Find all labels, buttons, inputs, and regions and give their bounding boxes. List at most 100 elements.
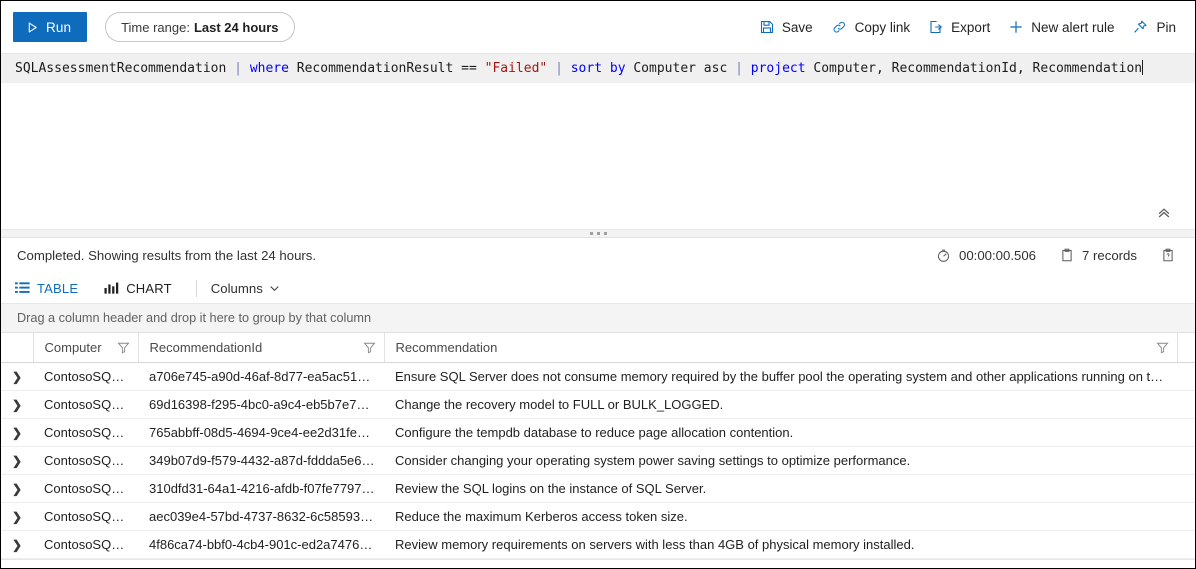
chevron-right-icon: ❯: [11, 537, 23, 552]
cell-recommendationid: 4f86ca74-bbf0-4cb4-901c-ed2a7476602b: [138, 530, 384, 559]
row-scrollbar-spacer: [1177, 446, 1195, 475]
query-token-str: "Failed": [484, 61, 548, 76]
copy-link-button-label: Copy link: [854, 19, 911, 35]
pin-button[interactable]: Pin: [1123, 11, 1185, 43]
collapse-editor-button[interactable]: [1149, 200, 1179, 226]
table-grid-icon: [15, 281, 30, 295]
chevron-right-icon: ❯: [11, 425, 23, 440]
table-row[interactable]: ❯ ContosoSQLSrv1 a706e745-a90d-46af-8d77-e…: [1, 362, 1195, 391]
row-scrollbar-spacer: [1177, 390, 1195, 419]
cell-computer: ContosoSQLSrv1: [33, 530, 138, 559]
column-header-recommendationid[interactable]: RecommendationId: [138, 333, 385, 363]
query-token-pipe: |: [555, 61, 563, 76]
table-row[interactable]: ❯ ContosoSQLSrv1 4f86ca74-bbf0-4cb4-901c-e…: [1, 530, 1195, 559]
row-expand-toggle[interactable]: ❯: [1, 418, 33, 447]
row-expand-toggle[interactable]: ❯: [1, 390, 33, 419]
pin-icon: [1132, 19, 1149, 35]
row-scrollbar-spacer: [1177, 418, 1195, 447]
tab-table[interactable]: TABLE: [15, 281, 92, 296]
export-button[interactable]: Export: [919, 11, 999, 43]
row-expand-toggle[interactable]: ❯: [1, 530, 33, 559]
new-alert-rule-button[interactable]: New alert rule: [999, 11, 1123, 43]
copy-link-button[interactable]: Copy link: [822, 11, 920, 43]
record-count: 7 records: [1048, 248, 1149, 263]
cell-computer: ContosoSQLSrv1: [33, 390, 138, 419]
cell-recommendation: Reduce the maximum Kerberos access token…: [384, 502, 1177, 531]
chevron-right-icon: ❯: [11, 397, 23, 412]
time-range-value: Last 24 hours: [193, 19, 279, 35]
columns-dropdown-label: Columns: [210, 280, 263, 296]
column-header-recommendation[interactable]: Recommendation: [384, 333, 1178, 363]
query-token-pipe: |: [234, 61, 242, 76]
link-chain-icon: [831, 19, 848, 35]
table-row[interactable]: ❯ ContosoSQLSrv1 310dfd31-64a1-4216-afdb-f…: [1, 474, 1195, 503]
group-by-hint: Drag a column header and drop it here to…: [17, 311, 372, 325]
export-button-label: Export: [951, 19, 991, 35]
results-status-bar: Completed. Showing results from the last…: [1, 238, 1195, 273]
cell-computer: ContosoSQLSrv1: [33, 502, 138, 531]
tab-chart[interactable]: CHART: [104, 281, 186, 296]
results-splitter[interactable]: [1, 229, 1195, 238]
row-expand-toggle[interactable]: ❯: [1, 474, 33, 503]
group-by-dropzone[interactable]: Drag a column header and drop it here to…: [1, 303, 1195, 333]
query-token-plain: SQLAssessmentRecommendation: [15, 61, 227, 76]
grid-footer: [1, 558, 1195, 568]
time-range-label: Time range:: [121, 19, 190, 35]
row-expand-toggle[interactable]: ❯: [1, 502, 33, 531]
play-triangle-icon: [26, 21, 39, 34]
cell-recommendationid: a706e745-a90d-46af-8d77-ea5ac51a233c: [138, 362, 384, 391]
results-info-button[interactable]: [1149, 248, 1181, 263]
cell-recommendation: Consider changing your operating system …: [384, 446, 1177, 475]
table-row[interactable]: ❯ ContosoSQLSrv1 349b07d9-f579-4432-a87d-f…: [1, 446, 1195, 475]
table-row[interactable]: ❯ ContosoSQLSrv1 aec039e4-57bd-4737-8632-6…: [1, 502, 1195, 531]
table-row[interactable]: ❯ ContosoSQLSrv1 69d16398-f295-4bc0-a9c4-e…: [1, 390, 1195, 419]
table-row[interactable]: ❯ ContosoSQLSrv1 765abbff-08d5-4694-9ce4-e…: [1, 418, 1195, 447]
table-header-row: Computer RecommendationId Recommendation: [1, 333, 1195, 363]
cell-computer: ContosoSQLSrv1: [33, 474, 138, 503]
tab-table-label: TABLE: [37, 280, 79, 296]
cell-recommendation: Review the SQL logins on the instance of…: [384, 474, 1177, 503]
tabs-divider: [195, 279, 197, 297]
results-grid: Computer RecommendationId Recommendation…: [1, 333, 1195, 568]
row-expand-toggle[interactable]: ❯: [1, 362, 33, 391]
text-caret: [1142, 60, 1144, 75]
chevron-down-icon: [269, 283, 280, 294]
chevron-right-icon: ❯: [11, 369, 23, 384]
cell-recommendationid: 349b07d9-f579-4432-a87d-fddda5e63c...: [138, 446, 384, 475]
cell-recommendationid: aec039e4-57bd-4737-8632-6c58593d4...: [138, 502, 384, 531]
column-header-computer[interactable]: Computer: [33, 333, 139, 363]
status-message: Completed. Showing results from the last…: [17, 248, 317, 263]
time-range-picker[interactable]: Time range: Last 24 hours: [105, 12, 295, 42]
cell-recommendationid: 310dfd31-64a1-4216-afdb-f07fe77972ca: [138, 474, 384, 503]
query-duration: 00:00:00.506: [924, 248, 1048, 263]
query-token-plain: [242, 61, 250, 76]
scrollbar-header-spacer: [1177, 333, 1195, 363]
query-text-line[interactable]: SQLAssessmentRecommendation | where Reco…: [1, 54, 1195, 83]
cell-recommendationid: 69d16398-f295-4bc0-a9c4-eb5b7e7096...: [138, 390, 384, 419]
query-token-plain: Computer asc: [625, 61, 736, 76]
chevron-right-icon: ❯: [11, 509, 23, 524]
query-token-plain: [602, 61, 610, 76]
filter-funnel-icon[interactable]: [1155, 341, 1169, 354]
cell-recommendation: Ensure SQL Server does not consume memor…: [384, 362, 1177, 391]
query-token-plain: Computer, RecommendationId, Recommendati…: [805, 61, 1143, 76]
query-token-plain: [743, 61, 751, 76]
save-floppy-icon: [759, 19, 775, 35]
columns-dropdown[interactable]: Columns: [211, 281, 280, 296]
row-expand-toggle[interactable]: ❯: [1, 446, 33, 475]
filter-funnel-icon[interactable]: [116, 341, 130, 354]
query-duration-value: 00:00:00.506: [959, 248, 1037, 263]
results-view-tabs: TABLE CHART Columns: [1, 273, 1195, 303]
query-token-kw: sort: [570, 61, 603, 76]
filter-funnel-icon[interactable]: [362, 341, 376, 354]
column-header-computer-label: Computer: [44, 339, 102, 355]
query-token-pipe: |: [735, 61, 743, 76]
results-table-body: ❯ ContosoSQLSrv1 a706e745-a90d-46af-8d77-e…: [1, 362, 1195, 559]
splitter-grip-dots: [589, 232, 607, 235]
run-button[interactable]: Run: [13, 12, 88, 42]
cell-recommendation: Review memory requirements on servers wi…: [384, 530, 1177, 559]
clipboard-question-icon: [1161, 248, 1175, 263]
export-arrow-icon: [928, 19, 944, 35]
save-button[interactable]: Save: [750, 11, 822, 43]
query-editor[interactable]: SQLAssessmentRecommendation | where Reco…: [1, 53, 1195, 229]
